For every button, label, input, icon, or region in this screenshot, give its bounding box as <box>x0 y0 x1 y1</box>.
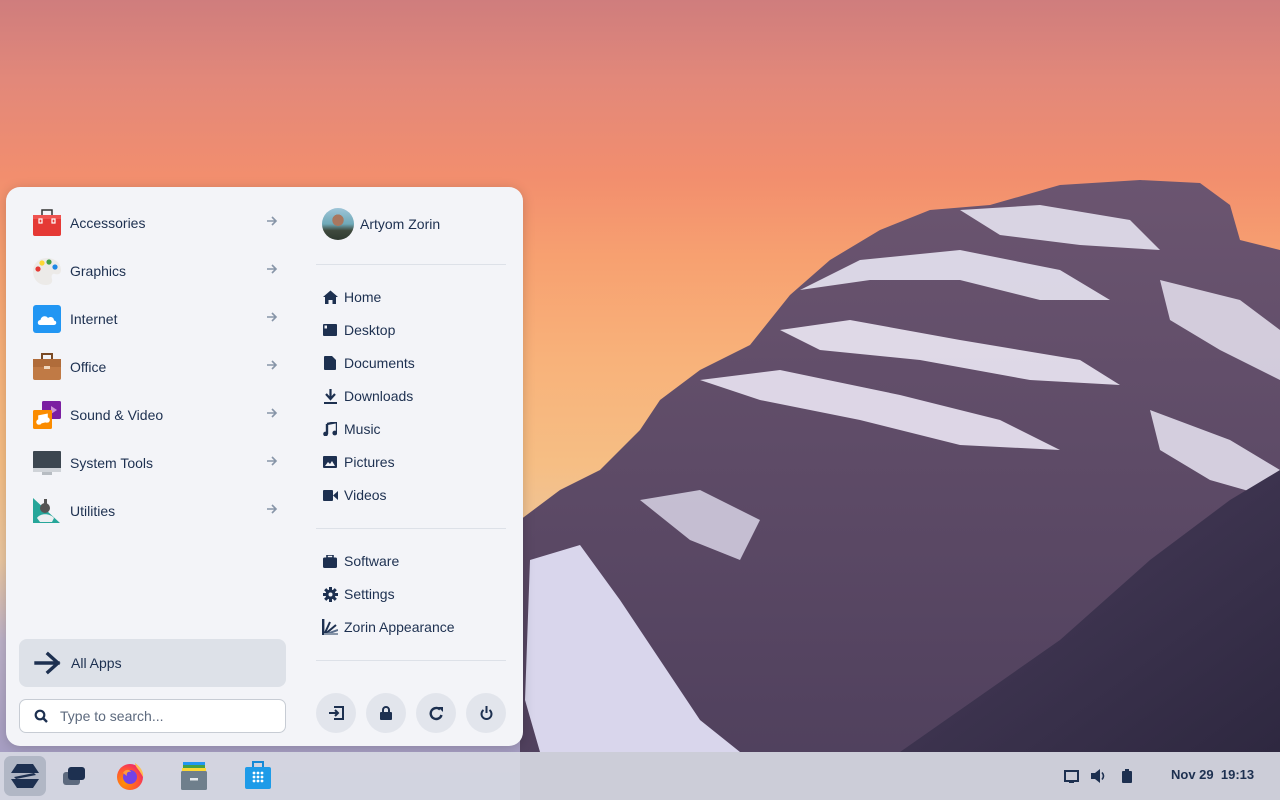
arrow-right-icon <box>266 358 280 374</box>
place-label: Desktop <box>344 322 396 338</box>
search-box[interactable] <box>19 699 286 733</box>
system-software[interactable]: Software <box>322 549 399 573</box>
category-label: Internet <box>70 311 118 327</box>
divider <box>316 660 506 661</box>
arrow-right-icon <box>266 262 280 278</box>
place-label: Downloads <box>344 388 414 404</box>
user-account-button[interactable]: Artyom Zorin <box>322 207 440 241</box>
volume-icon[interactable] <box>1091 768 1107 784</box>
briefcase-icon <box>32 352 62 382</box>
video-icon <box>322 487 338 503</box>
place-documents[interactable]: Documents <box>322 351 415 375</box>
category-internet[interactable]: Internet <box>18 295 288 343</box>
restart-icon <box>429 706 444 721</box>
lock-icon <box>380 706 392 720</box>
search-input[interactable] <box>60 708 260 724</box>
place-videos[interactable]: Videos <box>322 483 387 507</box>
category-office[interactable]: Office <box>18 343 288 391</box>
system-label: Zorin Appearance <box>344 619 455 635</box>
place-label: Pictures <box>344 454 395 470</box>
logout-icon <box>328 706 344 720</box>
system-zorin-appearance[interactable]: Zorin Appearance <box>322 615 455 639</box>
power-icon <box>480 706 493 720</box>
category-label: Office <box>70 359 107 375</box>
divider <box>316 264 506 265</box>
document-icon <box>322 355 338 371</box>
place-music[interactable]: Music <box>322 417 381 441</box>
category-graphics[interactable]: Graphics <box>18 247 288 295</box>
zorin-logo-icon <box>10 763 40 789</box>
clock[interactable]: Nov 29 19:13 <box>1171 767 1254 782</box>
system-label: Settings <box>344 586 395 602</box>
avatar <box>322 208 354 240</box>
all-apps-button[interactable]: All Apps <box>19 639 286 687</box>
category-label: System Tools <box>70 455 153 471</box>
store-bag-icon <box>243 761 273 791</box>
workspaces-button[interactable] <box>53 756 95 796</box>
zorin-menu-button[interactable] <box>4 756 46 796</box>
arrow-right-icon <box>266 214 280 230</box>
lock-button[interactable] <box>366 693 406 733</box>
monitor-icon <box>32 448 62 478</box>
workspaces-icon <box>62 766 86 786</box>
time-label: 19:13 <box>1220 767 1255 782</box>
palette-icon <box>32 256 62 286</box>
place-pictures[interactable]: Pictures <box>322 450 395 474</box>
place-label: Home <box>344 289 382 305</box>
category-accessories[interactable]: Accessories <box>18 199 288 247</box>
category-label: Accessories <box>70 215 146 231</box>
category-utilities[interactable]: Utilities <box>18 487 288 535</box>
user-name: Artyom Zorin <box>360 216 441 232</box>
media-icon <box>32 400 62 430</box>
place-downloads[interactable]: Downloads <box>322 384 413 408</box>
toolbox-icon <box>32 208 62 238</box>
all-apps-label: All Apps <box>71 655 122 671</box>
taskbar: Nov 29 19:13 <box>0 752 1280 800</box>
software-bag-icon <box>322 553 338 569</box>
utilities-icon <box>32 496 62 526</box>
category-label: Utilities <box>70 503 116 519</box>
files-button[interactable] <box>173 756 215 796</box>
place-desktop[interactable]: Desktop <box>322 318 395 342</box>
place-label: Documents <box>344 355 415 371</box>
place-label: Music <box>344 421 381 437</box>
log-out-button[interactable] <box>316 693 356 733</box>
arrow-right-icon <box>33 651 63 675</box>
search-icon <box>34 709 48 723</box>
place-home[interactable]: Home <box>322 285 381 309</box>
divider <box>316 528 506 529</box>
category-label: Graphics <box>70 263 127 279</box>
file-cabinet-icon <box>179 761 209 791</box>
restart-button[interactable] <box>416 693 456 733</box>
home-icon <box>322 289 338 305</box>
system-label: Software <box>344 553 400 569</box>
picture-icon <box>322 454 338 470</box>
date-label: Nov 29 <box>1171 767 1214 782</box>
category-sound-video[interactable]: Sound & Video <box>18 391 288 439</box>
category-list: Accessories Graphics Internet Office Sou… <box>18 199 288 535</box>
arrow-right-icon <box>266 406 280 422</box>
firefox-icon <box>115 761 145 791</box>
music-icon <box>322 421 338 437</box>
display-icon[interactable] <box>1063 768 1079 784</box>
firefox-button[interactable] <box>109 756 151 796</box>
desktop-icon <box>322 322 338 338</box>
session-buttons <box>316 693 506 733</box>
arrow-right-icon <box>266 502 280 518</box>
arrow-right-icon <box>266 454 280 470</box>
power-off-button[interactable] <box>466 693 506 733</box>
place-label: Videos <box>344 487 387 503</box>
download-icon <box>322 388 338 404</box>
category-label: Sound & Video <box>70 407 164 423</box>
software-store-button[interactable] <box>237 756 279 796</box>
cloud-icon <box>32 304 62 334</box>
battery-icon[interactable] <box>1119 768 1135 784</box>
category-system-tools[interactable]: System Tools <box>18 439 288 487</box>
gear-icon <box>322 586 338 602</box>
system-settings[interactable]: Settings <box>322 582 395 606</box>
appearance-icon <box>322 619 338 635</box>
start-menu: Accessories Graphics Internet Office Sou… <box>6 187 523 746</box>
arrow-right-icon <box>266 310 280 326</box>
